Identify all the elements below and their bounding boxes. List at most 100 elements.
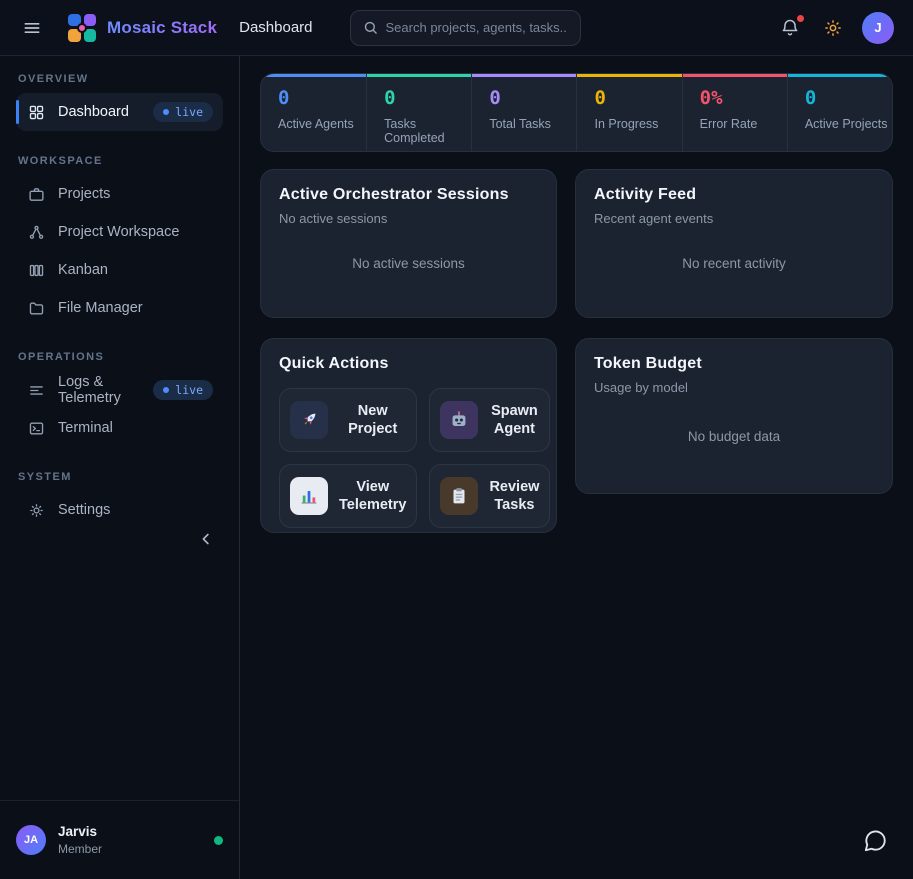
token-budget-card: Token Budget Usage by model No budget da… xyxy=(575,338,893,494)
sidebar-item-label: Logs & Telemetry xyxy=(58,374,140,406)
logo-center-dot xyxy=(77,23,87,33)
sidebar-item-projects[interactable]: Projects xyxy=(16,175,223,213)
sidebar-item-label: Dashboard xyxy=(58,104,129,120)
review-tasks-button[interactable]: Review Tasks xyxy=(429,464,550,528)
sidebar-item-label: Settings xyxy=(58,502,110,518)
search-input[interactable] xyxy=(386,20,568,35)
topbar: Mosaic Stack Dashboard J xyxy=(0,0,913,56)
stat-label: Tasks Completed xyxy=(384,117,471,145)
notification-dot xyxy=(797,15,804,22)
action-label: Review Tasks xyxy=(489,478,539,514)
user-role: Member xyxy=(58,842,102,856)
stat-label: Total Tasks xyxy=(489,117,576,131)
global-search[interactable] xyxy=(350,10,581,46)
action-label: New Project xyxy=(339,402,406,438)
search-icon xyxy=(363,20,378,35)
briefcase-icon xyxy=(28,186,45,203)
sidebar-item-file-manager[interactable]: File Manager xyxy=(16,289,223,327)
activity-feed-card: Activity Feed Recent agent events No rec… xyxy=(575,169,893,318)
terminal-icon xyxy=(28,420,45,437)
sidebar-item-settings[interactable]: Settings xyxy=(16,491,223,529)
card-title: Active Orchestrator Sessions xyxy=(279,186,538,204)
online-status-dot xyxy=(214,836,223,845)
user-initials-avatar: JA xyxy=(16,825,46,855)
live-badge: live xyxy=(153,102,213,122)
quick-actions-grid: New Project Spawn Agent View Telemetry xyxy=(279,388,538,528)
stats-row: 0 Active Agents 0 Tasks Completed 0 Tota… xyxy=(260,73,893,152)
gear-icon xyxy=(28,502,45,519)
sidebar-collapse-button[interactable] xyxy=(193,526,219,552)
brand-name: Mosaic Stack xyxy=(107,18,217,38)
rocket-icon xyxy=(290,401,328,439)
card-title: Token Budget xyxy=(594,355,874,373)
live-dot xyxy=(163,109,169,115)
stat-tasks-completed: 0 Tasks Completed xyxy=(366,74,471,151)
sidebar-item-terminal[interactable]: Terminal xyxy=(16,409,223,447)
chevron-left-icon xyxy=(197,530,215,548)
stat-value: 0% xyxy=(700,89,787,108)
stat-label: Active Projects xyxy=(805,117,892,131)
empty-state-text: No recent activity xyxy=(594,226,874,301)
stat-value: 0 xyxy=(805,89,892,108)
section-system: SYSTEM xyxy=(18,471,223,483)
sun-icon xyxy=(823,18,843,38)
main-content: 0 Active Agents 0 Tasks Completed 0 Tota… xyxy=(240,56,913,550)
topbar-actions: J xyxy=(776,12,894,44)
section-operations: OPERATIONS xyxy=(18,351,223,363)
folder-icon xyxy=(28,300,45,317)
sidebar-item-label: Kanban xyxy=(58,262,108,278)
live-dot xyxy=(163,387,169,393)
quick-actions-card: Quick Actions New Project Spawn Agent xyxy=(260,338,557,533)
stat-total-tasks: 0 Total Tasks xyxy=(471,74,576,151)
sidebar-item-dashboard[interactable]: Dashboard live xyxy=(16,93,223,131)
section-workspace: WORKSPACE xyxy=(18,155,223,167)
action-label: View Telemetry xyxy=(339,478,406,514)
theme-toggle-button[interactable] xyxy=(819,14,847,42)
view-telemetry-button[interactable]: View Telemetry xyxy=(279,464,417,528)
stat-value: 0 xyxy=(384,89,471,108)
sidebar-item-label: File Manager xyxy=(58,300,143,316)
mosaic-logo[interactable] xyxy=(68,14,96,42)
live-badge: live xyxy=(153,380,213,400)
stat-value: 0 xyxy=(594,89,681,108)
cards-grid: Active Orchestrator Sessions No active s… xyxy=(260,169,893,533)
card-title: Activity Feed xyxy=(594,186,874,204)
spawn-agent-button[interactable]: Spawn Agent xyxy=(429,388,550,452)
bar-chart-icon xyxy=(290,477,328,515)
chat-fab-button[interactable] xyxy=(855,821,895,861)
action-label: Spawn Agent xyxy=(489,402,539,438)
sidebar-item-label: Terminal xyxy=(58,420,113,436)
stat-active-projects: 0 Active Projects xyxy=(787,74,892,151)
stat-in-progress: 0 In Progress xyxy=(576,74,681,151)
list-icon xyxy=(28,382,45,399)
empty-state-text: No budget data xyxy=(594,395,874,477)
user-avatar[interactable]: J xyxy=(862,12,894,44)
empty-state-text: No active sessions xyxy=(279,226,538,301)
stat-value: 0 xyxy=(489,89,576,108)
card-subtitle: Usage by model xyxy=(594,380,874,395)
stat-label: Error Rate xyxy=(700,117,787,131)
hamburger-icon xyxy=(22,18,42,38)
sidebar-item-kanban[interactable]: Kanban xyxy=(16,251,223,289)
sidebar-item-logs-telemetry[interactable]: Logs & Telemetry live xyxy=(16,371,223,409)
notifications-button[interactable] xyxy=(776,14,804,42)
user-profile[interactable]: JA Jarvis Member xyxy=(0,800,239,879)
new-project-button[interactable]: New Project xyxy=(279,388,417,452)
user-name: Jarvis xyxy=(58,824,102,839)
hamburger-menu-button[interactable] xyxy=(18,14,46,42)
card-title: Quick Actions xyxy=(279,355,538,373)
card-subtitle: No active sessions xyxy=(279,211,538,226)
sidebar-item-label: Project Workspace xyxy=(58,224,179,240)
sidebar: OVERVIEW Dashboard live WORKSPACE Projec… xyxy=(0,56,240,879)
network-icon xyxy=(28,224,45,241)
kanban-icon xyxy=(28,262,45,279)
sidebar-item-project-workspace[interactable]: Project Workspace xyxy=(16,213,223,251)
section-overview: OVERVIEW xyxy=(18,73,223,85)
stat-value: 0 xyxy=(278,89,366,108)
grid-icon xyxy=(28,104,45,121)
stat-active-agents: 0 Active Agents xyxy=(261,74,366,151)
stat-error-rate: 0% Error Rate xyxy=(682,74,787,151)
clipboard-icon xyxy=(440,477,478,515)
stat-label: In Progress xyxy=(594,117,681,131)
stat-label: Active Agents xyxy=(278,117,366,131)
